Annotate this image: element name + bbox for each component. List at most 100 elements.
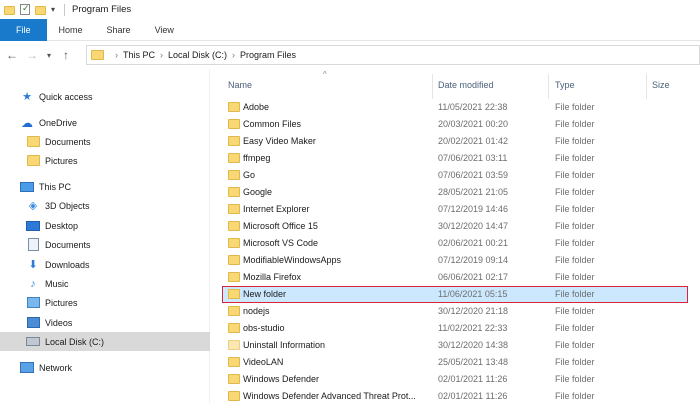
file-row[interactable]: Microsoft VS Code 02/06/2021 00:21 File fo… bbox=[222, 235, 688, 252]
file-row[interactable]: Adobe 11/05/2021 22:38 File folder bbox=[222, 99, 688, 116]
breadcrumb-this-pc[interactable]: This PC bbox=[123, 50, 155, 60]
file-name[interactable]: Windows Defender Advanced Threat Prot... bbox=[243, 391, 416, 401]
file-type: File folder bbox=[555, 170, 595, 180]
file-row[interactable]: Common Files 20/03/2021 00:20 File folder bbox=[222, 116, 688, 133]
folder-icon bbox=[26, 136, 40, 148]
sidebar-item-network[interactable]: Network bbox=[0, 358, 210, 377]
file-name[interactable]: VideoLAN bbox=[243, 357, 283, 367]
file-row[interactable]: Windows Defender Advanced Threat Prot...… bbox=[222, 388, 688, 403]
file-date-modified: 02/01/2021 11:26 bbox=[438, 374, 508, 384]
sidebar-item-documents[interactable]: Documents bbox=[0, 235, 210, 254]
chevron-right-icon[interactable]: › bbox=[232, 50, 235, 60]
file-row[interactable]: Internet Explorer 07/12/2019 14:46 File fo… bbox=[222, 201, 688, 218]
file-name[interactable]: Windows Defender bbox=[243, 374, 319, 384]
sidebar-item-label: Local Disk (C:) bbox=[45, 336, 105, 347]
chevron-right-icon[interactable]: › bbox=[160, 50, 163, 60]
column-headers: ^ Name Date modified Type Size bbox=[222, 69, 700, 99]
file-date-modified: 30/12/2020 14:38 bbox=[438, 340, 509, 350]
column-header-type[interactable]: Type bbox=[555, 80, 575, 90]
column-divider[interactable] bbox=[432, 74, 433, 99]
sidebar-item-onedrive-documents[interactable]: Documents bbox=[0, 132, 210, 151]
file-name[interactable]: Internet Explorer bbox=[243, 204, 310, 214]
file-row[interactable]: ModifiableWindowsApps 07/12/2019 09:14 Fil… bbox=[222, 252, 688, 269]
sidebar-item-music[interactable]: ♪ Music bbox=[0, 274, 210, 293]
star-icon: ★ bbox=[22, 91, 32, 103]
file-date-modified: 07/06/2021 03:59 bbox=[438, 170, 509, 180]
file-type: File folder bbox=[555, 306, 595, 316]
column-divider[interactable] bbox=[548, 74, 549, 99]
file-row[interactable]: New folder 11/06/2021 05:15 File folder bbox=[222, 286, 688, 303]
folder-icon bbox=[228, 374, 240, 384]
back-arrow-icon[interactable]: ← bbox=[4, 48, 20, 62]
file-row[interactable]: nodejs 30/12/2020 21:18 File folder bbox=[222, 303, 688, 320]
file-row[interactable]: ffmpeg 07/06/2021 03:11 File folder bbox=[222, 150, 688, 167]
file-name[interactable]: ffmpeg bbox=[243, 153, 270, 163]
column-divider[interactable] bbox=[646, 74, 647, 99]
column-header-date-modified[interactable]: Date modified bbox=[438, 80, 494, 90]
file-type: File folder bbox=[555, 187, 595, 197]
sidebar-item-pictures[interactable]: Pictures bbox=[0, 293, 210, 312]
file-row[interactable]: VideoLAN 25/05/2021 13:48 File folder bbox=[222, 354, 688, 371]
sidebar-item-onedrive-pictures[interactable]: Pictures bbox=[0, 151, 210, 170]
forward-arrow-icon[interactable]: → bbox=[24, 48, 40, 62]
column-header-name[interactable]: Name bbox=[228, 80, 252, 90]
tab-file[interactable]: File bbox=[0, 19, 47, 41]
file-name[interactable]: Easy Video Maker bbox=[243, 136, 316, 146]
properties-check-icon[interactable] bbox=[20, 3, 30, 15]
breadcrumb-program-files[interactable]: Program Files bbox=[240, 50, 296, 60]
file-row[interactable]: Go 07/06/2021 03:59 File folder bbox=[222, 167, 688, 184]
folder-icon bbox=[228, 323, 240, 333]
column-header-size[interactable]: Size bbox=[652, 80, 670, 90]
file-row[interactable]: obs-studio 11/02/2021 22:33 File folder bbox=[222, 320, 688, 337]
file-name[interactable]: Microsoft Office 15 bbox=[243, 221, 318, 231]
sidebar-item-label: Music bbox=[45, 278, 69, 289]
file-name[interactable]: ModifiableWindowsApps bbox=[243, 255, 341, 265]
file-name[interactable]: obs-studio bbox=[243, 323, 285, 333]
file-type: File folder bbox=[555, 391, 595, 401]
tab-home[interactable]: Home bbox=[47, 19, 95, 41]
file-row[interactable]: Easy Video Maker 20/02/2021 01:42 File fol… bbox=[222, 133, 688, 150]
sidebar-item-3d-objects[interactable]: ◈ 3D Objects bbox=[0, 196, 210, 215]
file-row[interactable]: Google 28/05/2021 21:05 File folder bbox=[222, 184, 688, 201]
file-row[interactable]: Uninstall Information 30/12/2020 14:38 Fil… bbox=[222, 337, 688, 354]
address-folder-icon bbox=[91, 50, 104, 60]
file-row[interactable]: Mozilla Firefox 06/06/2021 02:17 File fold… bbox=[222, 269, 688, 286]
file-name[interactable]: nodejs bbox=[243, 306, 270, 316]
folder-icon bbox=[228, 340, 240, 350]
file-name[interactable]: Uninstall Information bbox=[243, 340, 325, 350]
customize-toolbar-chevron-icon[interactable]: ▾ bbox=[51, 5, 55, 14]
tab-share[interactable]: Share bbox=[95, 19, 143, 41]
sidebar-item-onedrive[interactable]: ☁ OneDrive bbox=[0, 113, 210, 132]
file-type: File folder bbox=[555, 323, 595, 333]
file-name[interactable]: Mozilla Firefox bbox=[243, 272, 301, 282]
sidebar-item-this-pc[interactable]: This PC bbox=[0, 177, 210, 196]
file-name[interactable]: Google bbox=[243, 187, 272, 197]
sidebar-item-local-disk[interactable]: Local Disk (C:) bbox=[0, 332, 210, 351]
file-date-modified: 11/05/2021 22:38 bbox=[438, 102, 508, 112]
sidebar-item-desktop[interactable]: Desktop bbox=[0, 216, 210, 235]
file-type: File folder bbox=[555, 136, 595, 146]
file-row[interactable]: Microsoft Office 15 30/12/2020 14:47 File … bbox=[222, 218, 688, 235]
file-row[interactable]: Windows Defender 02/01/2021 11:26 File fol… bbox=[222, 371, 688, 388]
file-type: File folder bbox=[555, 221, 595, 231]
file-name[interactable]: New folder bbox=[243, 289, 286, 299]
address-bar[interactable]: › This PC › Local Disk (C:) › Program Fi… bbox=[86, 45, 700, 65]
sidebar-item-downloads[interactable]: ⬇ Downloads bbox=[0, 255, 210, 274]
tab-view[interactable]: View bbox=[143, 19, 186, 41]
sidebar-item-quick-access[interactable]: ★ Quick access bbox=[0, 87, 210, 106]
sidebar-item-videos[interactable]: Videos bbox=[0, 313, 210, 332]
breadcrumb-local-disk[interactable]: Local Disk (C:) bbox=[168, 50, 227, 60]
file-name[interactable]: Adobe bbox=[243, 102, 269, 112]
folder-icon bbox=[228, 170, 240, 180]
file-date-modified: 06/06/2021 02:17 bbox=[438, 272, 509, 282]
chevron-right-icon[interactable]: › bbox=[115, 50, 118, 60]
folder-icon bbox=[228, 119, 240, 129]
folder-icon bbox=[228, 357, 240, 367]
recent-locations-chevron-icon[interactable]: ▾ bbox=[44, 51, 54, 60]
new-folder-icon[interactable] bbox=[35, 6, 46, 15]
sidebar-item-label: Desktop bbox=[45, 220, 79, 231]
file-name[interactable]: Go bbox=[243, 170, 255, 180]
up-arrow-icon[interactable]: ↑ bbox=[58, 48, 74, 62]
file-name[interactable]: Microsoft VS Code bbox=[243, 238, 318, 248]
file-name[interactable]: Common Files bbox=[243, 119, 301, 129]
